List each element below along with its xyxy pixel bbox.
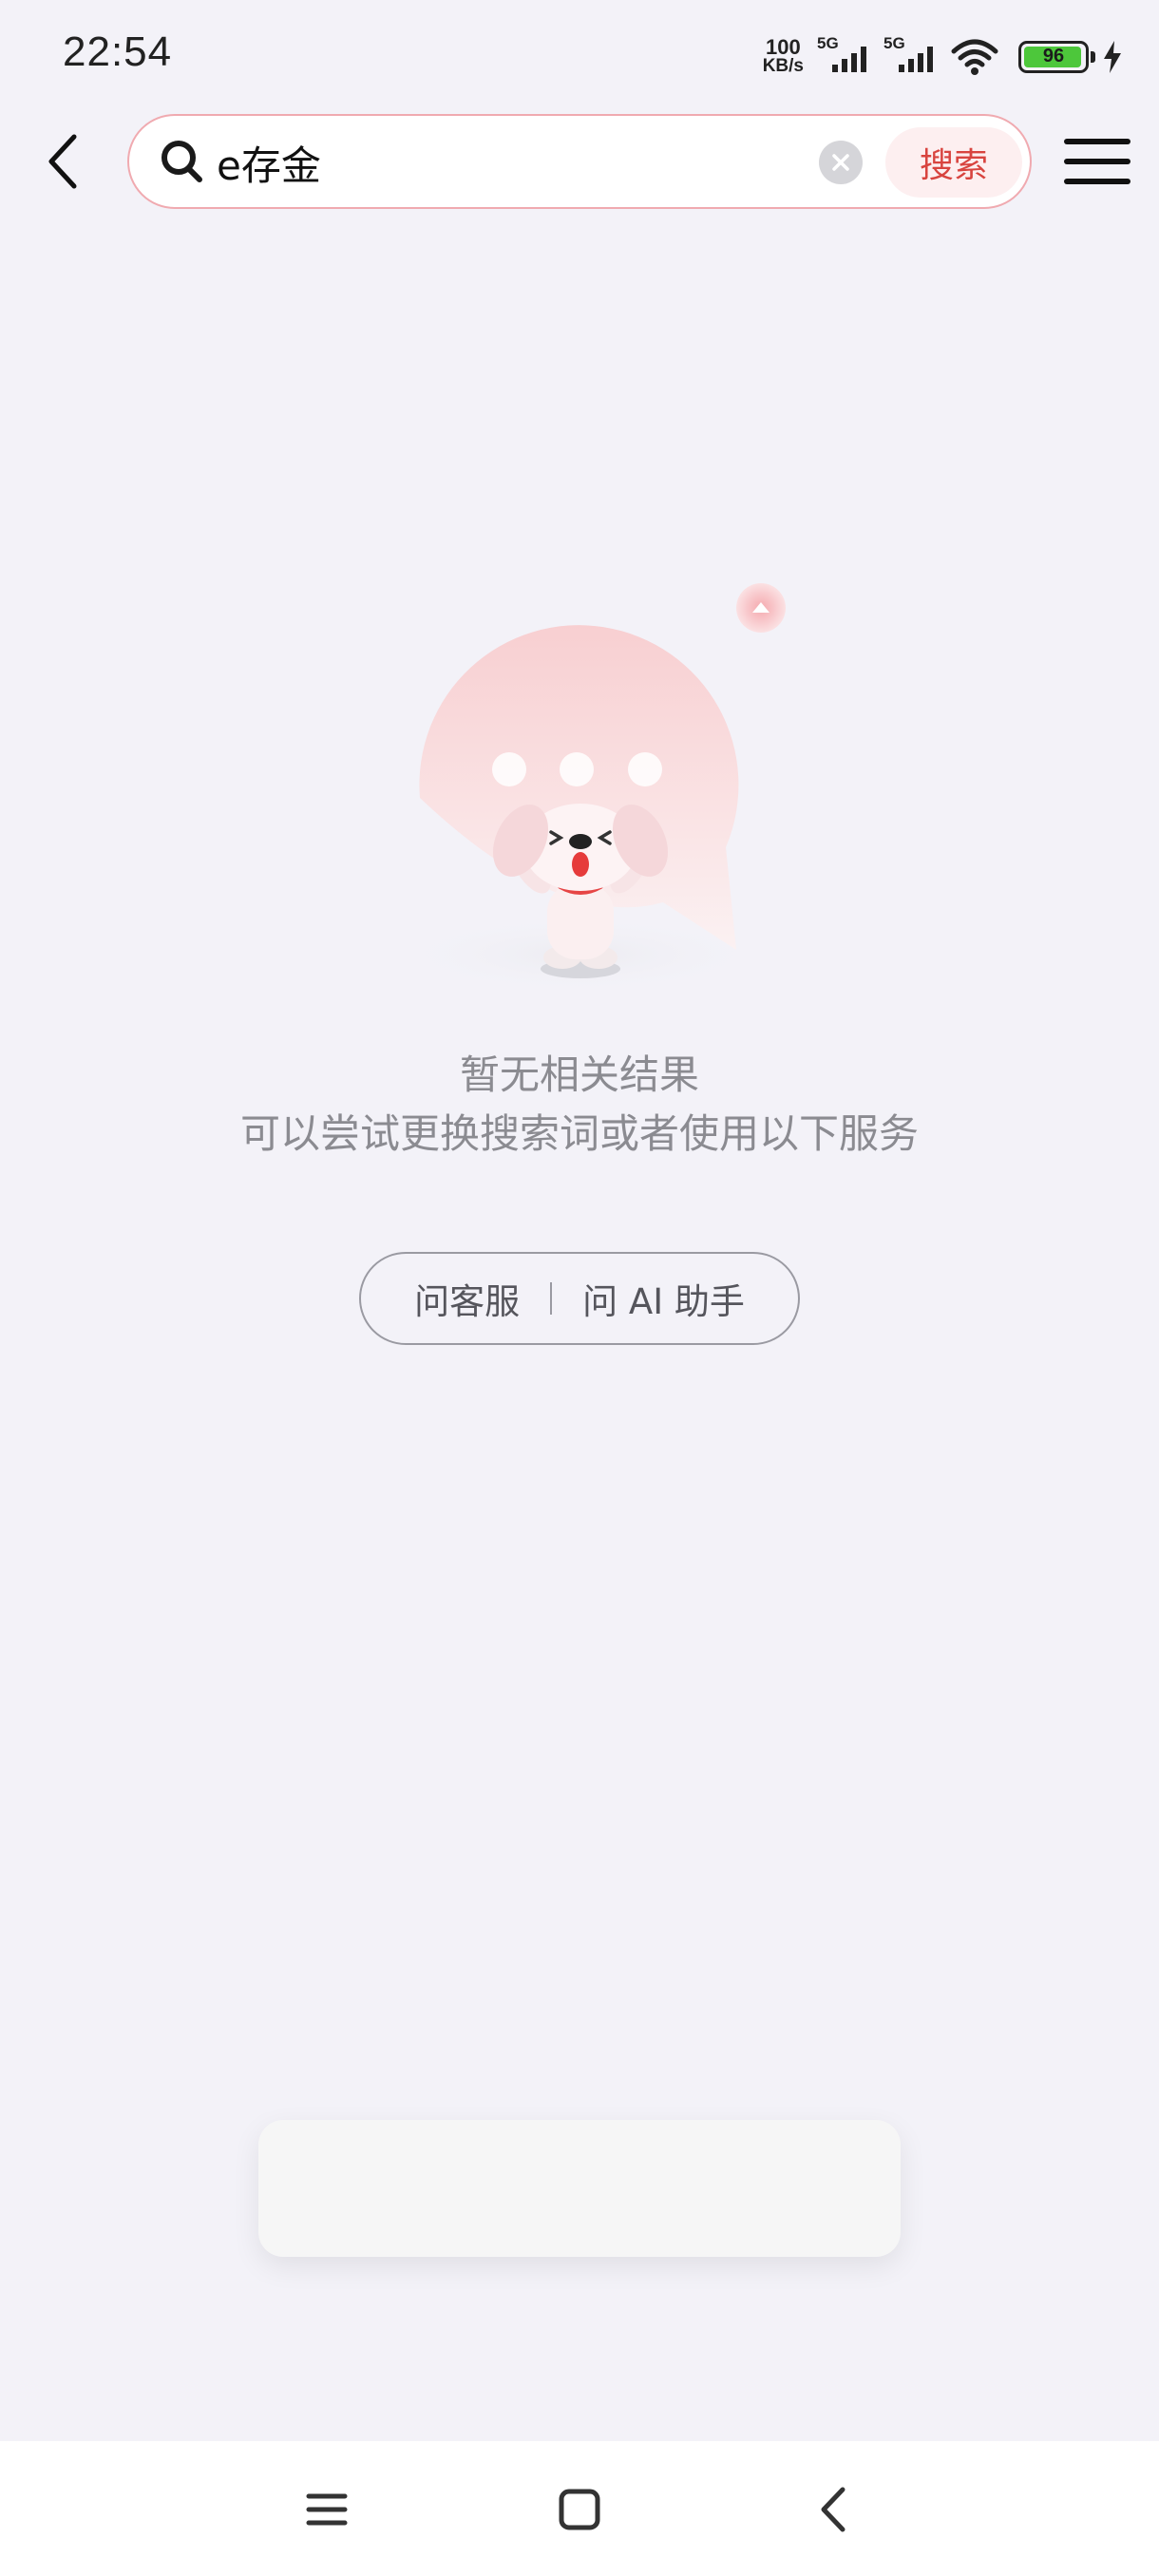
ask-ai-assistant-button[interactable]: 问 AI 助手: [582, 1273, 745, 1324]
divider: [550, 1282, 553, 1315]
search-bar[interactable]: 搜索: [127, 114, 1032, 209]
chevron-left-icon: [48, 134, 77, 189]
search-button[interactable]: 搜索: [885, 127, 1022, 198]
bolt-icon: [1104, 41, 1121, 73]
signal-2-icon: 5G: [884, 34, 944, 78]
help-actions: 问客服 问 AI 助手: [359, 1252, 800, 1345]
battery-level: 96: [1042, 46, 1065, 66]
home-button[interactable]: [551, 2481, 608, 2538]
network-speed: 100 KB/s: [762, 35, 804, 76]
battery-icon: 96: [1018, 41, 1095, 73]
network-speed-value: 100: [765, 35, 801, 59]
hamburger-menu-icon[interactable]: [1064, 131, 1130, 192]
empty-title: 暂无相关结果: [459, 1051, 699, 1098]
status-icons: 100 KB/s 5G 5G 96: [763, 32, 1123, 82]
status-time: 22:54: [63, 28, 173, 75]
system-nav-bar: [0, 2441, 1159, 2576]
nav-back-button[interactable]: [804, 2481, 861, 2538]
clear-circle-icon[interactable]: [819, 141, 863, 184]
empty-subtitle: 可以尝试更换搜索词或者使用以下服务: [239, 1110, 919, 1157]
recent-apps-button[interactable]: [298, 2481, 355, 2538]
search-icon: [162, 141, 202, 182]
wifi-icon: [951, 39, 998, 75]
search-input[interactable]: [217, 135, 920, 190]
toast-card: [258, 2120, 901, 2257]
status-bar: 22:54 100 KB/s 5G 5G 96: [0, 0, 1159, 114]
back-button[interactable]: [32, 122, 93, 201]
signal-1-icon: 5G: [817, 34, 878, 78]
network-speed-unit: KB/s: [762, 56, 804, 76]
chevron-left-icon: [821, 2487, 846, 2532]
menu-lines-icon: [306, 2493, 348, 2526]
empty-result-illustration: [390, 583, 786, 994]
ask-customer-service-button[interactable]: 问客服: [414, 1273, 520, 1324]
square-home-icon: [559, 2489, 600, 2530]
